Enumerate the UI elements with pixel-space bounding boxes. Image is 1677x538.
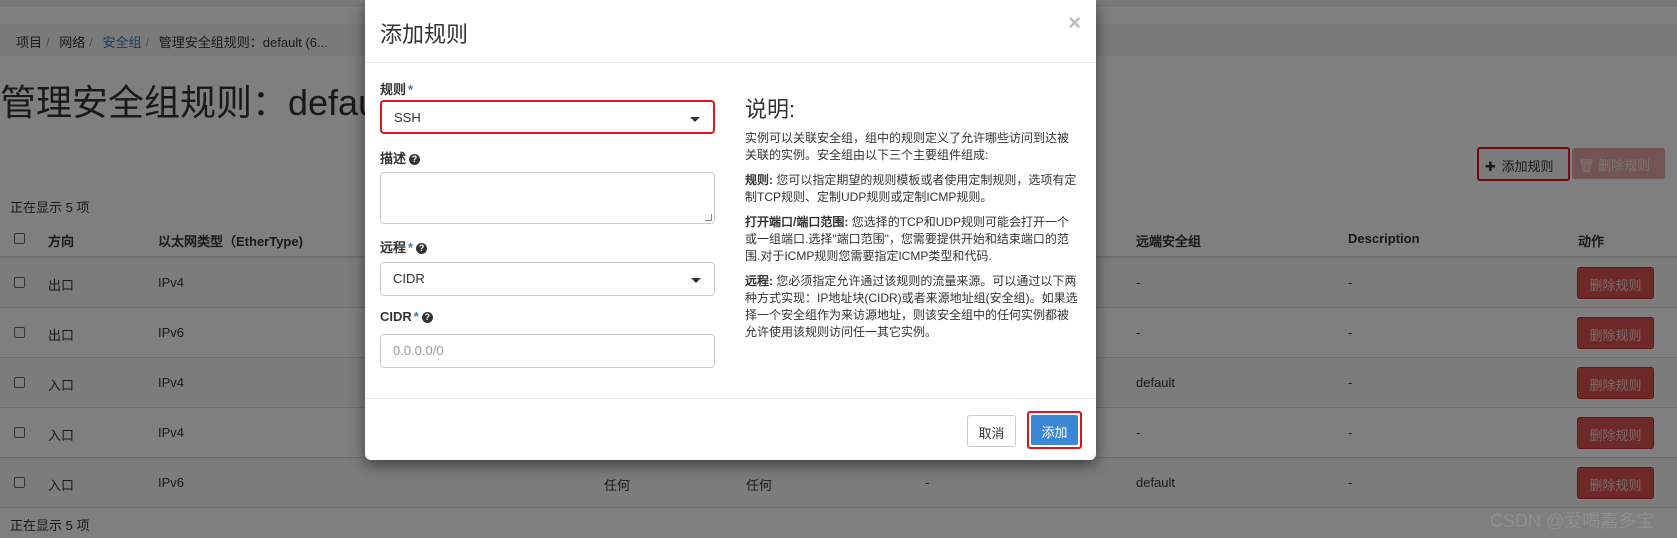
help-ports: 打开端口/端口范围: 您选择的TCP和UDP规则可能会打开一个或一组端口.选择"… (745, 214, 1080, 265)
watermark: CSDN @爱喝嘉多宝 (1490, 511, 1655, 531)
cidr-label-text: CIDR (380, 309, 412, 324)
caret-down-icon (691, 278, 701, 283)
help-remote-term: 远程: (745, 274, 773, 288)
help-panel: 说明: 实例可以关联安全组，组中的规则定义了允许哪些访问到达被关联的实例。安全组… (745, 92, 1080, 349)
add-rule-modal: 添加规则 × 规则 * SSH 描述? 远程 *? CIDR CIDR *? 0.0.… (365, 0, 1096, 460)
required-marker: * (413, 309, 419, 324)
remote-field-label: 远程 *? (380, 237, 428, 256)
help-remote-text: 您必须指定允许通过该规则的流量来源。可以通过以下两种方式实现：IP地址块(CID… (745, 274, 1078, 339)
remote-select-value: CIDR (393, 271, 425, 286)
rule-label-text: 规则 (380, 82, 407, 97)
rule-select-value: SSH (394, 110, 421, 125)
caret-down-icon (690, 117, 700, 122)
required-marker: * (408, 240, 414, 255)
cancel-button[interactable]: 取消 (967, 415, 1016, 447)
help-intro: 实例可以关联安全组，组中的规则定义了允许哪些访问到达被关联的实例。安全组由以下三… (745, 131, 1070, 162)
required-marker: * (408, 82, 414, 97)
help-rule-term: 规则: (745, 173, 773, 187)
modal-title: 添加规则 (380, 22, 469, 47)
modal-header: 添加规则 × (365, 0, 1096, 63)
cidr-input[interactable]: 0.0.0.0/0 (380, 334, 715, 368)
help-rule: 规则: 您可以指定期望的规则模板或者使用定制规则，选项有定制TCP规则、定制UD… (745, 172, 1080, 206)
rule-field-label: 规则 * (380, 79, 413, 98)
remote-select[interactable]: CIDR (380, 262, 715, 296)
remote-label-text: 远程 (380, 240, 407, 255)
close-icon[interactable]: × (1068, 10, 1081, 36)
help-icon[interactable]: ? (421, 312, 433, 323)
help-remote: 远程: 您必须指定允许通过该规则的流量来源。可以通过以下两种方式实现：IP地址块… (745, 273, 1080, 341)
help-rule-text: 您可以指定期望的规则模板或者使用定制规则，选项有定制TCP规则、定制UDP规则或… (745, 173, 1077, 204)
submit-add-button[interactable]: 添加 (1027, 411, 1082, 449)
resize-grip-icon[interactable] (705, 214, 712, 221)
rule-select[interactable]: SSH (380, 100, 715, 134)
help-icon[interactable]: ? (409, 154, 421, 165)
help-title: 说明: (745, 97, 796, 122)
help-icon[interactable]: ? (416, 243, 428, 254)
help-ports-term: 打开端口/端口范围: (745, 215, 849, 229)
description-label-text: 描述 (380, 151, 407, 166)
cidr-field-label: CIDR *? (380, 309, 433, 324)
submit-add-label: 添加 (1031, 415, 1078, 445)
description-field-label: 描述? (380, 148, 421, 167)
description-textarea[interactable] (380, 172, 715, 224)
modal-footer: 取消 添加 (365, 398, 1096, 460)
